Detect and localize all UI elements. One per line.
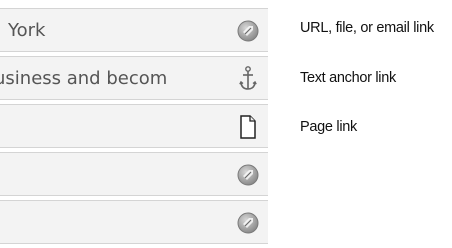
legend-anchor-link: Text anchor link xyxy=(300,70,396,86)
url-link-icon[interactable] xyxy=(234,209,262,237)
link-list-panel: York usiness and becom xyxy=(0,0,270,248)
page-icon[interactable] xyxy=(234,113,262,141)
link-row[interactable]: usiness and becom xyxy=(0,56,268,100)
link-row-text[interactable] xyxy=(8,210,228,236)
link-row-text[interactable]: usiness and becom xyxy=(0,66,214,92)
link-row-text[interactable] xyxy=(8,162,228,188)
link-row[interactable] xyxy=(0,104,268,148)
link-row[interactable] xyxy=(0,152,268,196)
link-row-text[interactable]: York xyxy=(8,18,228,44)
anchor-icon[interactable] xyxy=(234,65,262,93)
link-row[interactable]: York xyxy=(0,8,268,52)
url-link-icon[interactable] xyxy=(234,161,262,189)
link-row[interactable] xyxy=(0,200,268,244)
url-link-icon[interactable] xyxy=(234,17,262,45)
legend-page-link: Page link xyxy=(300,119,357,135)
link-row-text[interactable] xyxy=(8,114,228,140)
legend-url-link: URL, file, or email link xyxy=(300,20,434,36)
